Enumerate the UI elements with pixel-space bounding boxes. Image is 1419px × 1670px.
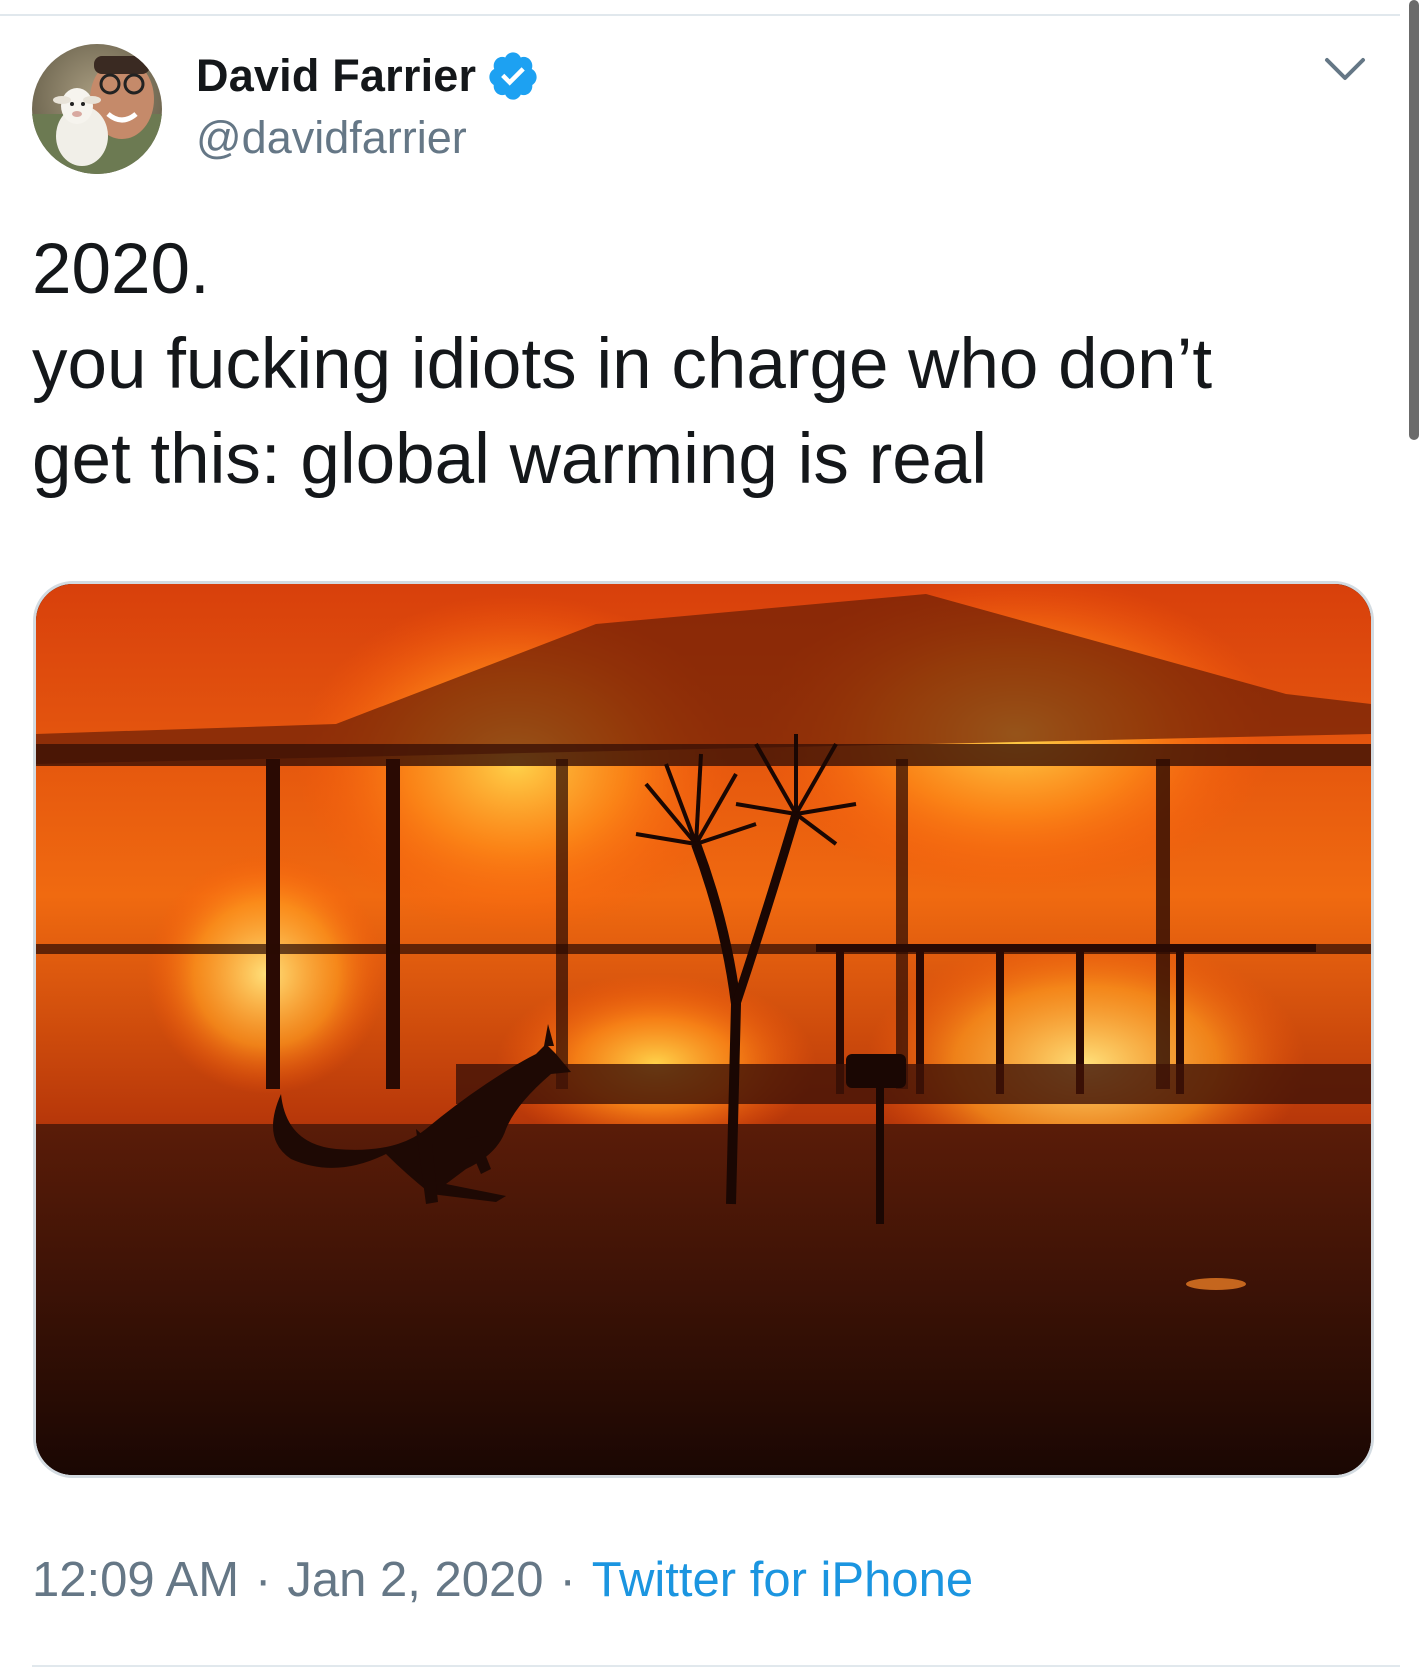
scrollbar[interactable] xyxy=(1405,0,1419,1670)
meta-separator: · xyxy=(559,1553,576,1607)
tweet-text-line: you fucking idiots in charge who don’t xyxy=(32,325,1213,404)
tweet-photo[interactable] xyxy=(33,581,1374,1478)
display-name[interactable]: David Farrier xyxy=(196,50,476,102)
avatar[interactable] xyxy=(32,44,162,174)
verified-badge-icon xyxy=(486,49,540,103)
tweet-metadata: 12:09 AM · Jan 2, 2020 · Twitter for iPhone xyxy=(32,1552,973,1608)
chevron-down-icon[interactable] xyxy=(1321,52,1369,88)
tweet-text: 2020. you fucking idiots in charge who d… xyxy=(32,222,1362,507)
tweet-text-line: 2020. xyxy=(32,230,210,309)
meta-separator: · xyxy=(255,1553,272,1607)
tweet-date[interactable]: Jan 2, 2020 xyxy=(287,1553,543,1607)
user-handle[interactable]: @davidfarrier xyxy=(196,112,467,164)
scrollbar-thumb[interactable] xyxy=(1409,0,1419,440)
author-name-row[interactable]: David Farrier xyxy=(196,46,540,106)
tweet-time[interactable]: 12:09 AM xyxy=(32,1553,239,1607)
tweet-source-link[interactable]: Twitter for iPhone xyxy=(592,1553,973,1607)
tweet: David Farrier @davidfarrier 2020. you fu… xyxy=(0,0,1400,1670)
tweet-text-line: get this: global warming is real xyxy=(32,420,987,499)
bottom-divider xyxy=(32,1665,1400,1667)
